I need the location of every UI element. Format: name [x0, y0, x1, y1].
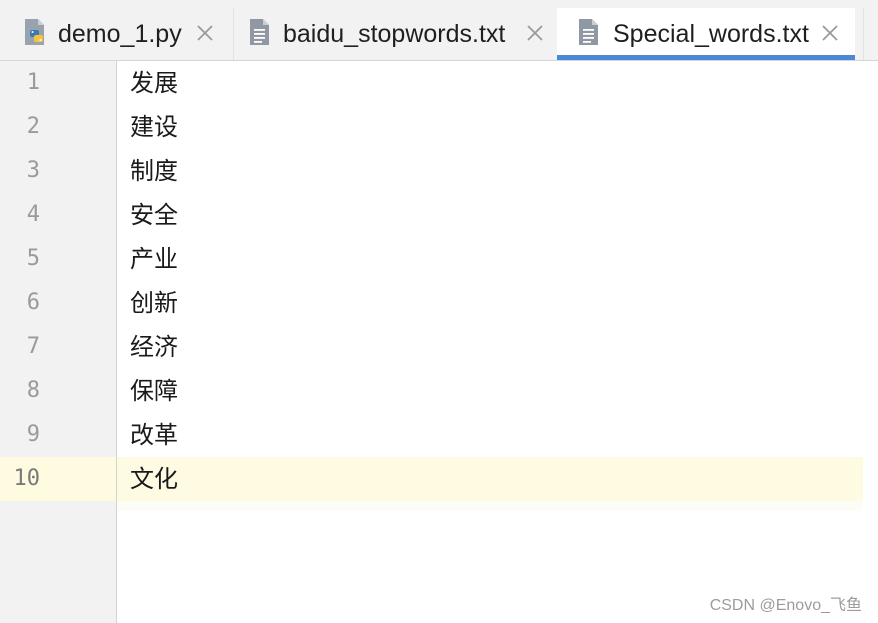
current-line-highlight [117, 457, 863, 501]
text-line[interactable]: 制度 [130, 149, 178, 193]
tab-demo-1-py[interactable]: demo_1.py [10, 8, 232, 60]
text-line[interactable]: 创新 [130, 281, 178, 325]
line-number: 8 [26, 378, 40, 403]
line-number: 3 [26, 158, 40, 183]
ide-window: demo_1.py baidu_stopwords.txt Special_wo… [0, 0, 878, 623]
text-line-current[interactable]: 文化 [130, 457, 178, 501]
text-file-icon [577, 18, 601, 46]
end-of-file-band [117, 501, 863, 511]
tab-label: demo_1.py [58, 20, 182, 48]
line-number: 9 [26, 422, 40, 447]
text-line[interactable]: 保障 [130, 369, 178, 413]
tab-label: Special_words.txt [613, 20, 809, 48]
line-number: 4 [26, 202, 40, 227]
tab-baidu-stopwords-txt[interactable]: baidu_stopwords.txt [235, 8, 555, 60]
close-icon[interactable] [525, 23, 545, 43]
editor-tab-bar: demo_1.py baidu_stopwords.txt Special_wo… [0, 0, 878, 61]
line-number-gutter[interactable]: 1 2 3 4 5 6 7 8 9 10 [0, 61, 117, 623]
watermark: CSDN @Enovo_飞鱼 [709, 597, 862, 614]
close-icon[interactable] [820, 23, 840, 43]
line-number: 5 [26, 246, 40, 271]
text-line[interactable]: 建设 [130, 105, 178, 149]
line-number: 6 [26, 290, 40, 315]
text-line[interactable]: 发展 [130, 61, 178, 105]
tab-separator [863, 8, 864, 60]
python-file-icon [23, 18, 47, 46]
text-editor-area[interactable]: 发展 建设 制度 安全 产业 创新 经济 保障 改革 文化 [117, 61, 878, 623]
close-icon[interactable] [195, 23, 215, 43]
editor-right-margin [863, 61, 878, 623]
line-number: 7 [26, 334, 40, 359]
line-number-current: 10 [13, 466, 41, 491]
tab-label: baidu_stopwords.txt [283, 20, 506, 48]
text-line[interactable]: 产业 [130, 237, 178, 281]
line-number: 1 [26, 70, 40, 95]
tab-special-words-txt[interactable]: Special_words.txt [557, 8, 855, 60]
text-line[interactable]: 改革 [130, 413, 178, 457]
text-file-icon [248, 18, 272, 46]
tab-separator [233, 8, 234, 60]
text-line[interactable]: 经济 [130, 325, 178, 369]
text-line[interactable]: 安全 [130, 193, 178, 237]
line-number: 2 [26, 114, 40, 139]
